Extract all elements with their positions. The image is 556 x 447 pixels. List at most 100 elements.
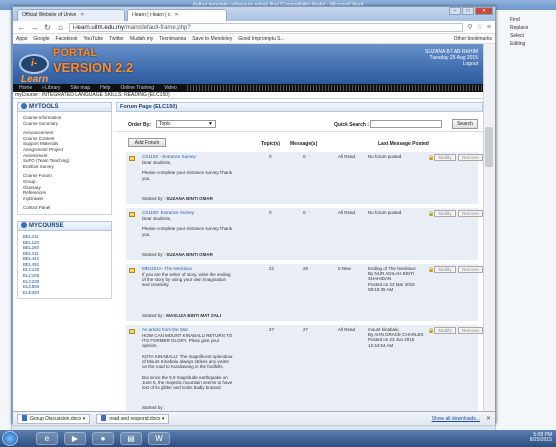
last-message: Ending of The Necklace By NUR ADILAH BIN… (368, 266, 416, 292)
system-clock[interactable]: 5:08 PM 8/25/2015 (530, 433, 552, 443)
forum-title-link[interactable]: An article from the Star (142, 327, 232, 332)
bookmark-youtube[interactable]: YouTube (84, 36, 104, 42)
download-item[interactable]: read and respond.docx ▾ (96, 413, 170, 424)
explorer-taskbar-icon[interactable]: ▤ (120, 432, 142, 445)
reload-icon[interactable]: ↻ (43, 23, 52, 32)
forum-title-link[interactable]: CS110X - Entrance Survey (142, 154, 232, 159)
bookmark-apps[interactable]: Apps (16, 36, 27, 42)
bookmark-tesnimanna[interactable]: Tesnimanna (159, 36, 186, 42)
media-taskbar-icon[interactable]: ▶ (64, 432, 86, 445)
read-status: All Read (338, 210, 356, 215)
start-button[interactable] (2, 431, 18, 446)
menu-ilibrary[interactable]: i-Library (42, 85, 60, 91)
page-scrollbar[interactable] (483, 44, 495, 411)
forum-row: An article from the Star HOW CAN MOUNT KI… (126, 325, 483, 411)
forward-icon[interactable]: → (30, 23, 39, 32)
chevron-down-icon: ▼ (208, 121, 213, 127)
bookmark-impromptu[interactable]: Good Impromptu S... (238, 36, 284, 42)
user-info: SUZANA BT AB RAHIM Tuesday 25 Aug 2015 L… (373, 49, 478, 67)
scrollbar-thumb[interactable] (485, 127, 493, 167)
tab-strip: Official Website of Unive ✕ i-learn | i-l… (13, 7, 495, 21)
bookmark-twitter[interactable]: Twitter (109, 36, 124, 42)
menu-sitemap[interactable]: Site map (70, 85, 90, 91)
tab-label: Official Website of Unive (22, 12, 77, 18)
close-icon[interactable]: ✕ (486, 415, 491, 422)
menu-help[interactable]: Help (100, 85, 110, 91)
chrome-taskbar-icon[interactable]: ● (92, 432, 114, 445)
read-status: All Read (338, 154, 356, 159)
search-button[interactable]: Search (452, 119, 478, 129)
translate-icon[interactable]: ⚲ (467, 23, 472, 31)
modify-button[interactable]: Modify (434, 266, 456, 273)
tab-ilearn[interactable]: i-learn | i-learn | c ✕ (127, 9, 227, 21)
url-host: i-learn.uitm.edu.my (73, 24, 125, 31)
editing-label: Editing (510, 41, 526, 47)
remove-button[interactable]: Remove (458, 154, 483, 161)
modify-button[interactable]: Modify (434, 327, 456, 334)
forum-row: MR1101A- The Necklace If you are the writ… (126, 264, 483, 323)
browser-window: Official Website of Unive ✕ i-learn | i-l… (12, 6, 496, 425)
logo-version-text: VERSION 2.2 (53, 60, 134, 75)
remove-button[interactable]: Remove (458, 266, 483, 273)
message-count: 0 (303, 210, 306, 215)
back-icon[interactable]: ← (17, 23, 26, 32)
close-button[interactable]: ✕ (475, 7, 493, 15)
folder-icon (129, 212, 135, 217)
sidebar-tool-item[interactable]: Control Panel (23, 205, 106, 211)
bookmark-mudah[interactable]: Mudah.my (130, 36, 153, 42)
menu-video[interactable]: Video (164, 85, 177, 91)
remove-button[interactable]: Remove (458, 210, 483, 217)
site-banner: i-Learn PORTAL VERSION 2.2 SUZANA BT AB … (13, 44, 483, 85)
address-bar[interactable]: i-learn.uitm.edu.my/main/default-frame.p… (69, 22, 464, 32)
add-forum-button[interactable]: Add Forum (128, 138, 166, 147)
page-content: i-Learn PORTAL VERSION 2.2 SUZANA BT AB … (13, 44, 495, 411)
bookmark-google[interactable]: Google (33, 36, 49, 42)
menu-online-training[interactable]: Online Training (120, 85, 154, 91)
order-select[interactable]: Topic ▼ (156, 120, 216, 128)
order-search-row: Order By: Topic ▼ Quick Search : Search (116, 118, 483, 132)
bookmarks-bar: Apps Google Facebook YouTube Twitter Mud… (13, 34, 495, 44)
close-icon[interactable]: ✕ (174, 12, 178, 18)
find-button[interactable]: Find (496, 16, 556, 24)
quick-search-input[interactable] (370, 120, 442, 128)
site-menu: Home i-Library Site map Help Online Trai… (13, 84, 483, 92)
url-path: /main/default-frame.php? (124, 24, 191, 31)
word-editing-pane: Find Replace Select Editing (495, 10, 556, 430)
show-all-downloads-link[interactable]: Show all downloads... (432, 416, 480, 422)
star-icon[interactable]: ☆ (477, 23, 483, 31)
logout-link[interactable]: Logout (373, 61, 478, 67)
word-taskbar-icon[interactable]: W (148, 432, 170, 445)
sidebar-course-item[interactable]: ELE320 (23, 290, 106, 296)
download-bar: Group Discussion.docx ▾ read and respond… (13, 411, 495, 425)
folder-icon (129, 156, 135, 161)
minimize-button[interactable]: – (449, 7, 461, 15)
menu-icon[interactable]: ≡ (487, 24, 491, 31)
replace-button[interactable]: Replace (496, 24, 556, 32)
home-icon[interactable]: ⌂ (56, 23, 65, 32)
modify-button[interactable]: Modify (434, 210, 456, 217)
download-item[interactable]: Group Discussion.docx ▾ (17, 413, 91, 424)
message-count: 0 (303, 154, 306, 159)
bookmark-facebook[interactable]: Facebook (56, 36, 78, 42)
ie-taskbar-icon[interactable]: e (36, 432, 58, 445)
topic-count: 0 (269, 154, 272, 159)
col-last-message: Last Message Posted (378, 141, 429, 147)
forum-title-link[interactable]: CS1100- Entrance Survey (142, 210, 232, 215)
forum-title-link[interactable]: MR1101A- The Necklace (142, 266, 232, 271)
sidebar: MYTOOLS Course Information Course Summary… (17, 102, 112, 411)
window-controls: – □ ✕ (449, 7, 493, 16)
bookmark-mendeley[interactable]: Save to Mendeley (192, 36, 232, 42)
menu-home[interactable]: Home (19, 85, 32, 91)
close-icon[interactable]: ✕ (80, 12, 84, 18)
maximize-button[interactable]: □ (462, 7, 474, 15)
read-status: All Read (338, 327, 356, 332)
started-by: Started by : (142, 405, 166, 410)
select-button[interactable]: Select (496, 32, 556, 40)
forum-heading: Forum Page (ELC150) (116, 102, 483, 112)
other-bookmarks[interactable]: Other bookmarks (454, 36, 492, 42)
modify-button[interactable]: Modify (434, 154, 456, 161)
topic-count: 22 (269, 266, 275, 271)
last-message: No forum posted (368, 154, 402, 159)
remove-button[interactable]: Remove (458, 327, 483, 334)
tab-official-website[interactable]: Official Website of Unive ✕ (17, 9, 125, 21)
